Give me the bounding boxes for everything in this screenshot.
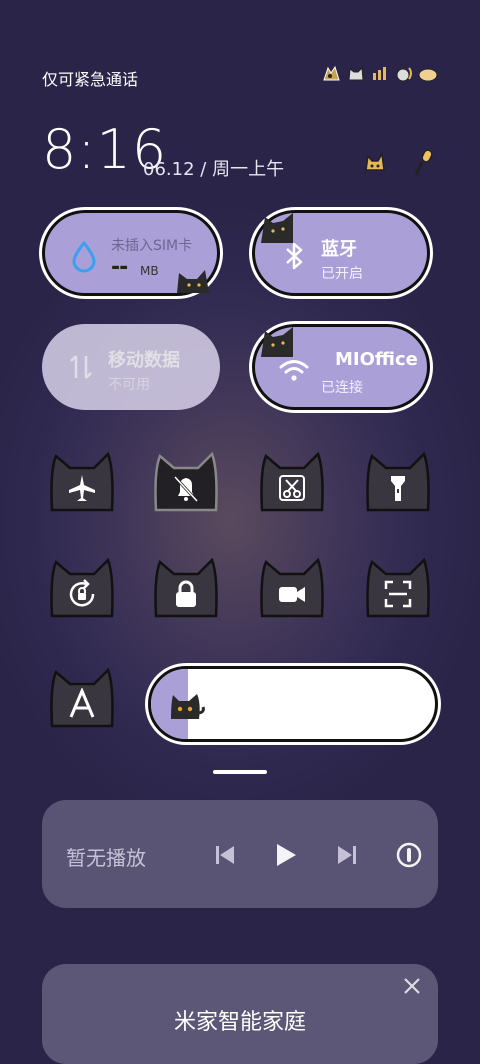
date-separator: / bbox=[200, 159, 207, 180]
mobile-data-title: 移动数据 bbox=[108, 350, 180, 371]
airplane-mode-toggle[interactable] bbox=[48, 450, 116, 514]
screenshot-toggle[interactable] bbox=[258, 450, 326, 514]
video-icon bbox=[279, 587, 305, 602]
cat-wifi-icon bbox=[373, 67, 386, 80]
bluetooth-status: 已开启 bbox=[321, 266, 363, 282]
cat-signal2-icon bbox=[348, 66, 364, 81]
status-icons bbox=[322, 64, 438, 82]
cat-peek-icon bbox=[261, 213, 293, 243]
clock-date[interactable]: 06.12 / 周一上午 bbox=[143, 155, 284, 181]
audio-output-icon[interactable] bbox=[394, 840, 424, 870]
scissors-icon bbox=[279, 475, 305, 501]
mobile-data-tile[interactable]: 移动数据 不可用 bbox=[42, 324, 220, 410]
smart-home-card[interactable]: 米家智能家庭 bbox=[42, 964, 438, 1064]
cat-handle-icon[interactable] bbox=[169, 691, 205, 721]
sim-data-value: -- bbox=[111, 255, 128, 280]
water-drop-icon bbox=[72, 240, 96, 273]
smart-home-title: 米家智能家庭 bbox=[173, 1010, 306, 1035]
flashlight-icon bbox=[391, 476, 405, 501]
cat-peek-icon bbox=[177, 270, 209, 293]
font-size-button[interactable] bbox=[48, 666, 116, 730]
drag-handle[interactable] bbox=[213, 770, 267, 774]
wifi-tile[interactable]: MIOffice 已连接 bbox=[252, 324, 430, 410]
media-status-text: 暂无播放 bbox=[66, 846, 146, 870]
mute-toggle[interactable] bbox=[152, 450, 220, 514]
screen-record-toggle[interactable] bbox=[258, 556, 326, 620]
auto-rotate-toggle[interactable] bbox=[48, 556, 116, 620]
cat-peek-icon bbox=[261, 327, 293, 357]
cat-signal-icon bbox=[323, 65, 340, 81]
lock-icon bbox=[176, 580, 196, 607]
close-icon[interactable] bbox=[402, 976, 422, 996]
play-icon[interactable] bbox=[270, 840, 300, 870]
airplane-icon bbox=[69, 475, 95, 501]
lock-screen-button[interactable] bbox=[152, 556, 220, 620]
next-track-icon[interactable] bbox=[332, 840, 362, 870]
brightness-slider[interactable] bbox=[148, 666, 438, 742]
letter-a-icon bbox=[69, 688, 95, 718]
rotate-lock-icon bbox=[69, 579, 95, 607]
sim-data-tile[interactable]: 未插入SIM卡 -- MB bbox=[42, 210, 220, 296]
data-arrows-icon bbox=[70, 355, 92, 379]
cat-sound-icon bbox=[396, 67, 412, 82]
sim-title: 未插入SIM卡 bbox=[111, 238, 193, 254]
scan-toggle[interactable] bbox=[364, 556, 432, 620]
bluetooth-tile[interactable]: 蓝牙 已开启 bbox=[252, 210, 430, 296]
previous-track-icon[interactable] bbox=[210, 840, 240, 870]
bell-off-icon bbox=[173, 475, 199, 503]
wifi-status: 已连接 bbox=[321, 380, 363, 396]
wifi-icon bbox=[279, 360, 309, 381]
wifi-network-name: MIOffice bbox=[335, 349, 418, 370]
sim-data-unit: MB bbox=[140, 264, 159, 278]
scan-icon bbox=[384, 580, 412, 608]
cat-deco-icon bbox=[365, 151, 385, 171]
microphone-icon[interactable] bbox=[410, 148, 436, 178]
date-text: 06.12 bbox=[143, 159, 195, 180]
mobile-data-status: 不可用 bbox=[108, 377, 150, 393]
status-carrier-text: 仅可紧急通话 bbox=[42, 70, 139, 89]
media-player[interactable]: 暂无播放 bbox=[42, 800, 438, 908]
flashlight-toggle[interactable] bbox=[364, 450, 432, 514]
bluetooth-icon bbox=[286, 242, 303, 270]
cat-battery-icon bbox=[418, 68, 438, 82]
weekday-text: 周一上午 bbox=[212, 159, 285, 180]
bluetooth-title: 蓝牙 bbox=[321, 239, 357, 260]
